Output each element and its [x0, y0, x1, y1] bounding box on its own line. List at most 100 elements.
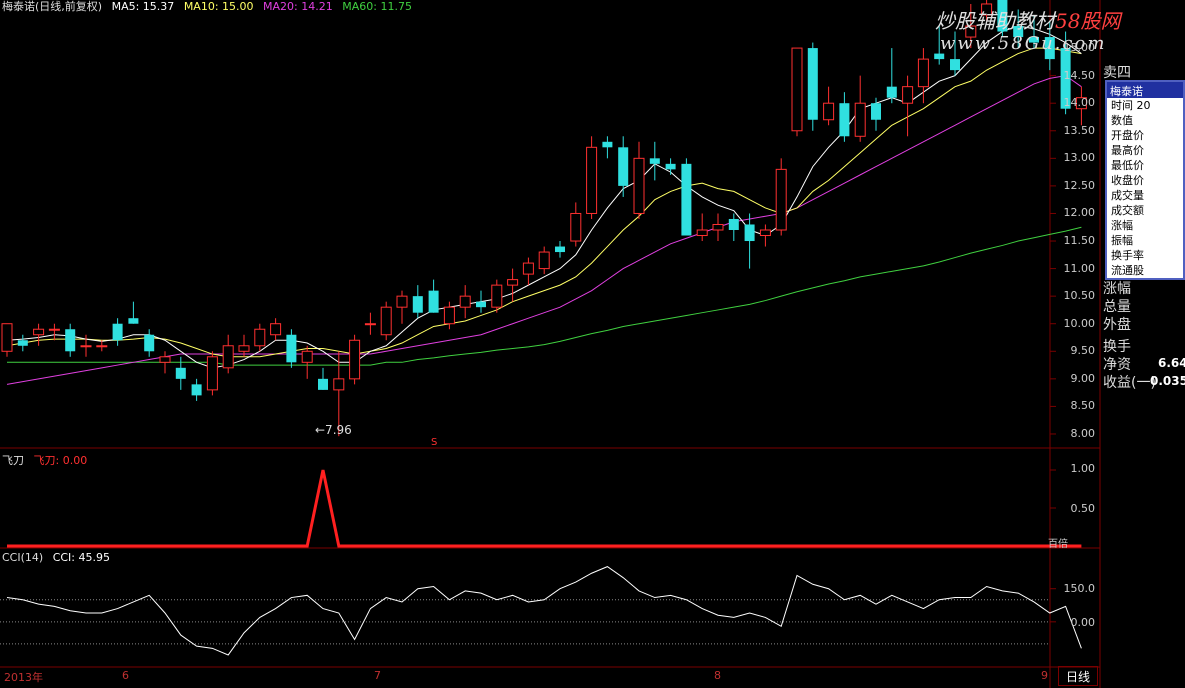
price-axis-label: 15.00	[1063, 41, 1096, 55]
candle-body-down	[665, 163, 676, 170]
candle-body-up	[349, 339, 361, 380]
candle-body-up	[364, 323, 376, 326]
signal-marker: S	[431, 437, 438, 448]
date-label-8: 8	[714, 669, 721, 682]
info-row: 振幅	[1111, 234, 1133, 247]
jingzi-value: 6.64	[1158, 356, 1185, 370]
info-row: 最低价	[1111, 159, 1144, 172]
candle-body-down	[412, 296, 423, 313]
jingzi-label: 净资	[1103, 357, 1131, 373]
candle-body-down	[871, 103, 881, 120]
date-label-2013: 2013年	[4, 671, 43, 684]
candle-body-down	[807, 48, 818, 120]
candle-body-up	[823, 102, 835, 121]
candle-body-up	[854, 102, 866, 137]
info-row: 开盘价	[1111, 129, 1144, 142]
candle-body-down	[649, 158, 660, 164]
cci-axis-0: 0.00	[1070, 616, 1096, 629]
candle-body-up	[507, 279, 519, 286]
date-label-6: 6	[122, 669, 129, 682]
candle-body-down	[191, 384, 202, 396]
candle-body-up	[570, 212, 582, 242]
candle-body-up	[775, 168, 787, 231]
candle-body-down	[128, 318, 139, 324]
huanshou-label: 换手	[1103, 339, 1131, 355]
candle-body-up	[396, 295, 408, 308]
candle-body-down	[318, 378, 328, 390]
period-daily-button[interactable]: 日线	[1058, 666, 1098, 686]
candle-body-up	[791, 47, 803, 132]
sell4-label: 卖四	[1103, 65, 1131, 81]
candle-body-down	[144, 334, 155, 352]
candle-body-down	[112, 323, 123, 341]
watermark-text-b: 58股网	[1055, 9, 1121, 33]
info-row: 数值	[1111, 114, 1133, 127]
candle-body-up	[586, 146, 598, 214]
candle-body-up	[917, 58, 929, 88]
price-axis-label: 9.50	[1070, 344, 1096, 358]
candle-body-down	[886, 86, 897, 98]
candle-body-up	[459, 295, 471, 308]
date-label-7: 7	[374, 669, 381, 682]
candle-body-up	[80, 345, 92, 348]
candle-body-up	[443, 306, 455, 325]
ma20-label: MA20: 14.21	[263, 0, 333, 13]
candle-body-down	[602, 141, 613, 148]
candle-body-down	[428, 290, 439, 313]
candle-body-up	[633, 157, 645, 214]
candle-body-down	[175, 367, 186, 379]
candle-body-up	[238, 345, 250, 352]
price-axis-label: 10.00	[1063, 316, 1096, 330]
low-annotation: ←7.96	[315, 423, 352, 437]
candle-body-up	[696, 229, 708, 237]
candle-body-down	[286, 334, 297, 363]
zongliang-label: 总量	[1103, 299, 1131, 315]
price-axis-label: 13.00	[1063, 151, 1096, 165]
info-row: 最高价	[1111, 144, 1144, 157]
cci-axis-150: 150.0	[1063, 582, 1096, 595]
feidao-line	[7, 469, 1082, 548]
candle-body-up	[538, 251, 550, 270]
cci-line	[6, 566, 1082, 656]
candle-body-up	[522, 262, 534, 275]
price-axis-label: 12.00	[1063, 206, 1096, 220]
candle-body-up	[206, 356, 218, 391]
candle-body-up	[301, 350, 313, 363]
candle-body-down	[618, 147, 629, 186]
candle-body-up	[1, 323, 13, 352]
feidao-axis-1: 1.00	[1070, 462, 1096, 475]
zhangfu-label: 涨幅	[1103, 281, 1131, 297]
candle-body-up	[222, 345, 234, 369]
candle-body-down	[476, 301, 486, 308]
candle-body-down	[555, 246, 565, 253]
price-axis-label: 14.50	[1063, 68, 1096, 82]
candle-body-up	[48, 328, 60, 331]
candle-body-up	[759, 229, 771, 237]
price-axis-label: 13.50	[1063, 123, 1096, 137]
price-axis-label: 8.50	[1070, 399, 1096, 413]
stock-title: 梅泰诺(日线,前复权)	[2, 0, 103, 13]
info-rows: 时间 20 数值 开盘价 最高价 最低价 收盘价 成交量 成交额 涨幅 振幅 换手率 流通股	[1107, 98, 1183, 278]
feidao-unit: 百倍	[1048, 539, 1068, 550]
info-row: 涨幅	[1111, 219, 1133, 232]
ma20-line	[6, 75, 1082, 385]
candle-body-down	[744, 224, 755, 242]
candle-body-up	[254, 328, 266, 347]
feidao-axis-05: 0.50	[1070, 502, 1096, 515]
shouyi-label: 收益(一)	[1103, 375, 1156, 391]
price-axis-label: 14.00	[1063, 96, 1096, 110]
candle-body-up	[712, 223, 724, 231]
candle-body-up	[491, 284, 503, 308]
candle-body-down	[839, 103, 850, 137]
price-axis-label: 8.00	[1070, 426, 1096, 440]
candle-body-up	[96, 345, 108, 348]
waipan-label: 外盘	[1103, 317, 1131, 333]
ma10-label: MA10: 15.00	[183, 0, 254, 13]
watermark-text-a: 炒股辅助教材	[935, 9, 1055, 33]
info-row: 成交量	[1111, 189, 1144, 202]
info-row: 流通股	[1111, 264, 1144, 277]
info-title: 梅泰诺	[1107, 82, 1183, 98]
info-row: 时间 20	[1111, 99, 1151, 112]
candle-body-down	[65, 329, 76, 352]
candle-body-down	[728, 218, 739, 230]
